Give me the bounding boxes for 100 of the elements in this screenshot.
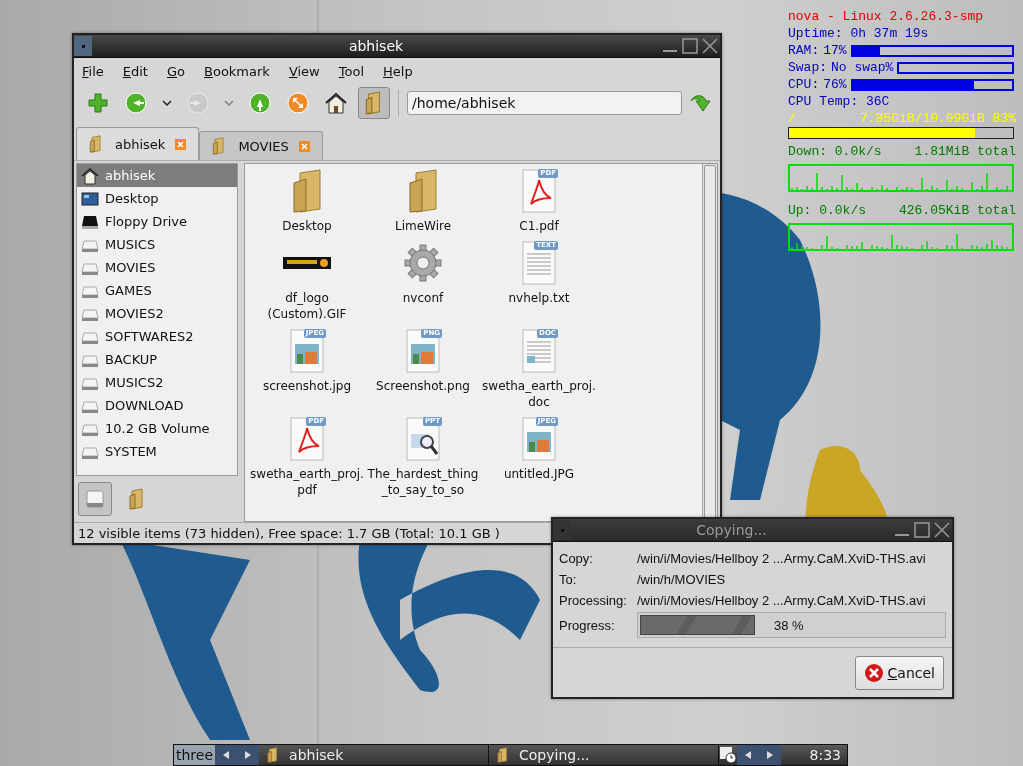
field-label: To: <box>559 572 578 587</box>
sidebar-item[interactable]: BACKUP <box>77 348 237 371</box>
right-arrow-icon <box>245 751 252 759</box>
meter-label: CPU: <box>788 76 820 93</box>
entry-name: Screenshot.png <box>375 378 471 394</box>
task-button[interactable]: Copying... <box>489 745 719 765</box>
menu-item[interactable]: Edit <box>122 64 148 79</box>
left-arrow-icon <box>745 751 751 759</box>
entry-name: C1.pdf <box>518 218 560 234</box>
pdf-file-icon <box>289 417 325 461</box>
sidebar-item[interactable]: MUSICS2 <box>77 371 237 394</box>
sidebar-item[interactable]: MOVIES2 <box>77 302 237 325</box>
window-menu-button[interactable] <box>74 36 92 56</box>
presentation-file-icon <box>405 417 441 461</box>
meter-reading: No swap% <box>831 59 894 76</box>
drive-icon <box>84 488 106 510</box>
field-label: Progress: <box>559 617 616 633</box>
next-button[interactable] <box>237 745 260 765</box>
caret-icon <box>224 99 234 107</box>
cancel-button[interactable]: Cancel <box>854 656 944 690</box>
circle-arrows-icon <box>287 92 309 114</box>
sidebar-item[interactable]: Desktop <box>77 187 237 210</box>
mount-point: / <box>788 110 796 127</box>
meter-label: Swap: <box>788 59 827 76</box>
address-field[interactable]: /home/abhisek <box>407 91 682 115</box>
caret-icon <box>162 99 172 107</box>
maximize-button[interactable] <box>680 36 700 56</box>
sidebar-item[interactable]: 10.2 GB Volume <box>77 417 237 440</box>
menu-item[interactable]: File <box>82 64 104 79</box>
logo-image <box>283 257 331 269</box>
close-icon[interactable] <box>175 138 187 150</box>
icon-view-entry[interactable]: Desktop <box>249 168 365 234</box>
up-icon <box>249 92 271 114</box>
sidebar-item[interactable]: MOVIES <box>77 256 237 279</box>
system-title: nova - Linux 2.6.26.3-smp <box>788 8 985 25</box>
pdf-file-icon <box>521 169 557 213</box>
image-file-icon <box>405 329 441 373</box>
home-icon <box>324 91 348 115</box>
menu-item[interactable]: View <box>288 64 320 79</box>
field-label: Processing: <box>559 593 628 608</box>
sidebar-item[interactable]: GAMES <box>77 279 237 302</box>
close-button[interactable] <box>700 36 720 56</box>
disk-usage: 7.85GiB/10.09GiB 83% <box>859 110 1016 127</box>
field-label: Copy: <box>559 551 594 566</box>
entry-name: Desktop <box>281 218 333 234</box>
window-title: abhisek <box>347 38 405 54</box>
clock-icon[interactable] <box>719 746 737 764</box>
entry-name: swetha_earth_proj.doc <box>481 378 597 410</box>
image-file-icon <box>289 329 325 373</box>
next-button[interactable] <box>759 745 781 765</box>
desktop-pager[interactable]: three <box>174 745 216 765</box>
entry-name: The_hardest_thing_to_say_to_so <box>366 466 480 498</box>
field-value: /win/i/Movies/Hellboy 2 ...Army.CaM.XviD-THS.avi <box>637 551 927 566</box>
network-total: 1.81MiB total <box>914 143 1016 160</box>
field-value: /win/i/Movies/Hellboy 2 ...Army.CaM.XviD-THS.avi <box>637 593 927 608</box>
temperature-text: CPU Temp: 36C <box>788 93 891 110</box>
network-total: 426.05KiB total <box>898 202 1016 219</box>
document-file-icon <box>521 329 557 373</box>
monitor-icon <box>81 189 99 208</box>
sidebar-item[interactable]: DOWNLOAD <box>77 394 237 417</box>
entry-name: screenshot.jpg <box>261 378 353 394</box>
menu-item[interactable]: Help <box>383 64 413 79</box>
sidebar-item[interactable]: MUSICS <box>77 233 237 256</box>
menu-item[interactable]: Bookmark <box>204 64 270 79</box>
previous-button[interactable] <box>737 745 759 765</box>
network-rate: Up: 0.0k/s <box>788 202 866 219</box>
menu-item[interactable]: Go <box>166 64 185 79</box>
icon-view-entry[interactable]: df_logo (Custom).GIF <box>249 240 365 322</box>
home-icon <box>81 166 99 185</box>
meter-reading: 76% <box>823 76 847 93</box>
menu-item[interactable]: Tool <box>338 64 364 79</box>
clock: 8:33 <box>808 747 842 763</box>
forward-icon <box>187 92 209 114</box>
uptime-text: Uptime: 0h 37m 19s <box>788 25 930 42</box>
tab[interactable]: MOVIES <box>199 131 323 160</box>
icon-view-entry[interactable]: nvconf <box>365 240 481 322</box>
sidebar-item[interactable]: SOFTWARES2 <box>77 325 237 348</box>
sidebar-item[interactable]: abhisek <box>77 164 237 187</box>
plus-icon <box>87 92 109 114</box>
sidebar-item[interactable]: Floppy Drive <box>77 210 237 233</box>
entry-name: LimeWire <box>393 218 453 234</box>
meter-reading: 17% <box>823 42 847 59</box>
cancel-icon <box>863 663 884 683</box>
icon-view-entry[interactable]: LimeWire <box>365 168 481 234</box>
tab-label: MOVIES <box>238 138 289 154</box>
back-icon <box>125 92 147 114</box>
field-value: /win/h/MOVIES <box>637 572 727 587</box>
tab-label: abhisek <box>115 136 166 152</box>
text-file-icon <box>521 241 557 285</box>
tab[interactable]: abhisek <box>76 127 200 160</box>
close-button[interactable] <box>932 520 952 540</box>
task-button[interactable]: abhisek <box>259 745 490 765</box>
pane-mode-button[interactable] <box>78 482 112 516</box>
entry-name: nvconf <box>401 290 445 306</box>
sidebar-item[interactable]: SYSTEM <box>77 440 237 463</box>
maximize-button[interactable] <box>912 520 932 540</box>
network-rate: Down: 0.0k/s <box>788 143 882 160</box>
close-icon[interactable] <box>298 140 310 152</box>
previous-button[interactable] <box>215 745 238 765</box>
entry-name: df_logo (Custom).GIF <box>266 290 348 322</box>
